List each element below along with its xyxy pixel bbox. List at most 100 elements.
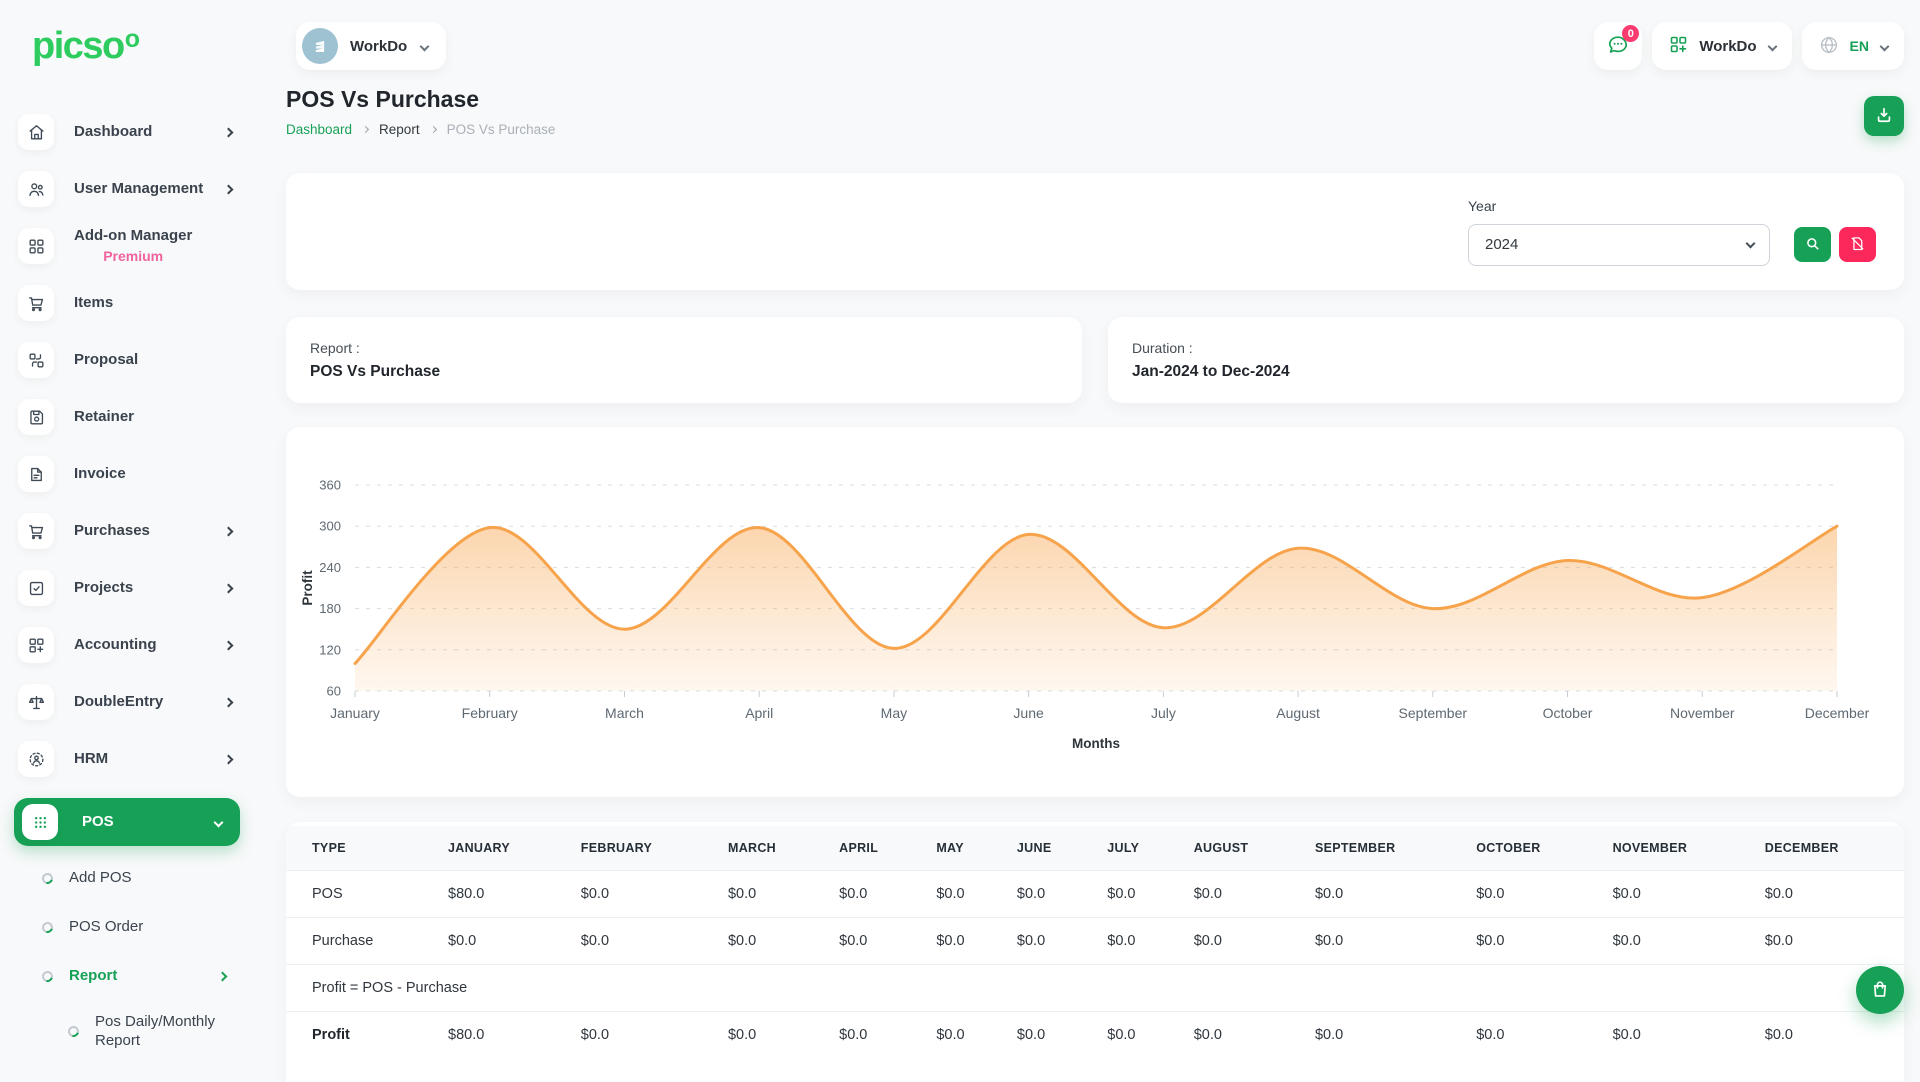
table-header-cell: AUGUST	[1182, 826, 1303, 871]
breadcrumb-dashboard[interactable]: Dashboard	[286, 122, 352, 137]
sidebar-subitem-report[interactable]: Report	[42, 964, 240, 988]
cell-value: $0.0	[827, 1012, 924, 1059]
cell-value: $0.0	[716, 1012, 827, 1059]
cell-value: $0.0	[569, 871, 716, 918]
svg-text:May: May	[881, 705, 907, 721]
cell-value: $0.0	[1601, 1012, 1753, 1059]
profit-formula-note: Profit = POS - Purchase	[286, 965, 1904, 1012]
sidebar-subitem-add-pos[interactable]: Add POS	[42, 866, 240, 890]
language-label: EN	[1850, 38, 1869, 54]
chevron-right-icon	[224, 640, 234, 650]
report-table: TYPEJANUARYFEBRUARYMARCHAPRILMAYJUNEJULY…	[286, 826, 1904, 1058]
chevron-right-icon	[224, 697, 234, 707]
table-header-cell: TYPE	[286, 826, 436, 871]
svg-text:October: October	[1543, 705, 1593, 721]
svg-text:240: 240	[319, 560, 341, 575]
cart-icon	[18, 285, 54, 321]
sidebar-item-retainer[interactable]: Retainer	[18, 399, 240, 435]
sidebar-item-label: POS	[82, 813, 114, 832]
search-button[interactable]	[1794, 227, 1831, 262]
svg-text:120: 120	[319, 642, 341, 657]
sidebar-item-pos[interactable]: POS	[14, 798, 240, 846]
cell-value: $0.0	[1464, 918, 1600, 965]
sidebar-item-purchases[interactable]: Purchases	[18, 513, 240, 549]
svg-text:July: July	[1151, 705, 1176, 721]
svg-text:March: March	[605, 705, 644, 721]
cell-value: $0.0	[1182, 1012, 1303, 1059]
sidebar-item-label: User Management	[74, 180, 203, 199]
chevron-right-icon	[218, 971, 228, 981]
sidebar-item-label: Add-on ManagerPremium	[74, 227, 192, 265]
summary-cards: Report : POS Vs Purchase Duration : Jan-…	[286, 317, 1904, 403]
reset-filter-button[interactable]	[1839, 227, 1876, 262]
cell-value: $0.0	[1005, 1012, 1095, 1059]
sidebar-item-add-on-manager[interactable]: Add-on ManagerPremium	[18, 228, 240, 264]
sidebar-subitem-pos-order[interactable]: POS Order	[42, 915, 240, 939]
cell-value: $0.0	[569, 918, 716, 965]
messages-button[interactable]: 0	[1594, 22, 1642, 70]
workspace-switcher[interactable]: WorkDo	[296, 22, 446, 70]
download-button[interactable]	[1864, 96, 1904, 136]
filter-card: Year 2024	[286, 173, 1904, 290]
cell-value: $80.0	[436, 1012, 569, 1059]
globe-icon	[1818, 34, 1840, 59]
sidebar-item-doubleentry[interactable]: DoubleEntry	[18, 684, 240, 720]
profit-area-chart: 60120180240300360JanuaryFebruaryMarchApr…	[286, 427, 1904, 797]
sidebar-subitem-pos-daily-monthly-report[interactable]: Pos Daily/Monthly Report	[68, 1013, 240, 1051]
topbar: WorkDo 0 WorkDo EN	[286, 22, 1904, 70]
svg-text:April: April	[745, 705, 773, 721]
table-header-cell: OCTOBER	[1464, 826, 1600, 871]
addons-icon	[18, 228, 54, 264]
svg-text:August: August	[1276, 705, 1320, 721]
sidebar-item-projects[interactable]: Projects	[18, 570, 240, 606]
scales-icon	[18, 684, 54, 720]
cell-value: $0.0	[436, 918, 569, 965]
workspace-label: WorkDo	[350, 38, 407, 55]
donut-icon	[66, 1024, 81, 1039]
table-header-cell: JUNE	[1005, 826, 1095, 871]
logo: picsoo	[32, 26, 262, 70]
sidebar-item-label: Items	[74, 294, 113, 313]
sidebar-subitem-label: POS Order	[69, 918, 143, 937]
sidebar-item-hrm[interactable]: HRM	[18, 741, 240, 777]
cell-value: $0.0	[1095, 871, 1181, 918]
file-slash-icon	[1849, 235, 1866, 255]
cell-value: $0.0	[1753, 1012, 1904, 1059]
svg-text:60: 60	[327, 684, 341, 699]
report-card-label: Report :	[310, 340, 1058, 356]
cell-value: $0.0	[827, 918, 924, 965]
pos-grid-icon	[22, 804, 58, 840]
sidebar-subitem-label: Add POS	[69, 869, 132, 888]
hrm-icon	[18, 741, 54, 777]
sidebar-item-proposal[interactable]: Proposal	[18, 342, 240, 378]
messages-badge: 0	[1622, 25, 1639, 42]
sidebar-item-dashboard[interactable]: Dashboard	[18, 114, 240, 150]
cell-value: $0.0	[1303, 1012, 1464, 1059]
table-header-row: TYPEJANUARYFEBRUARYMARCHAPRILMAYJUNEJULY…	[286, 826, 1904, 871]
language-button[interactable]: EN	[1802, 22, 1904, 70]
breadcrumb-current: POS Vs Purchase	[447, 122, 556, 137]
sidebar-menu: Dashboard User Management Add-on ManagerPr…	[18, 114, 262, 846]
breadcrumb: Dashboard Report POS Vs Purchase	[286, 122, 555, 137]
apps-menu-button[interactable]: WorkDo	[1652, 22, 1791, 70]
apps-grid-icon	[1668, 34, 1689, 58]
year-select[interactable]: 2024	[1468, 224, 1770, 266]
report-card: Report : POS Vs Purchase	[286, 317, 1082, 403]
breadcrumb-report[interactable]: Report	[379, 122, 420, 137]
chevron-right-icon	[224, 754, 234, 764]
sidebar-item-items[interactable]: Items	[18, 285, 240, 321]
premium-badge: Premium	[74, 248, 192, 266]
cell-value: $0.0	[1601, 871, 1753, 918]
sidebar-item-invoice[interactable]: Invoice	[18, 456, 240, 492]
sidebar-item-label: Accounting	[74, 636, 157, 655]
svg-text:June: June	[1013, 705, 1044, 721]
sidebar-item-user-management[interactable]: User Management	[18, 171, 240, 207]
shopping-bag-icon	[1869, 978, 1891, 1003]
cell-value: $0.0	[1095, 918, 1181, 965]
pos-cart-fab[interactable]	[1856, 966, 1904, 1014]
cell-value: $0.0	[1005, 918, 1095, 965]
sidebar-subitem-label: Pos Daily/Monthly Report	[95, 1013, 240, 1051]
cell-value: $0.0	[1303, 918, 1464, 965]
report-table-card: TYPEJANUARYFEBRUARYMARCHAPRILMAYJUNEJULY…	[286, 822, 1904, 1082]
sidebar-item-accounting[interactable]: Accounting	[18, 627, 240, 663]
